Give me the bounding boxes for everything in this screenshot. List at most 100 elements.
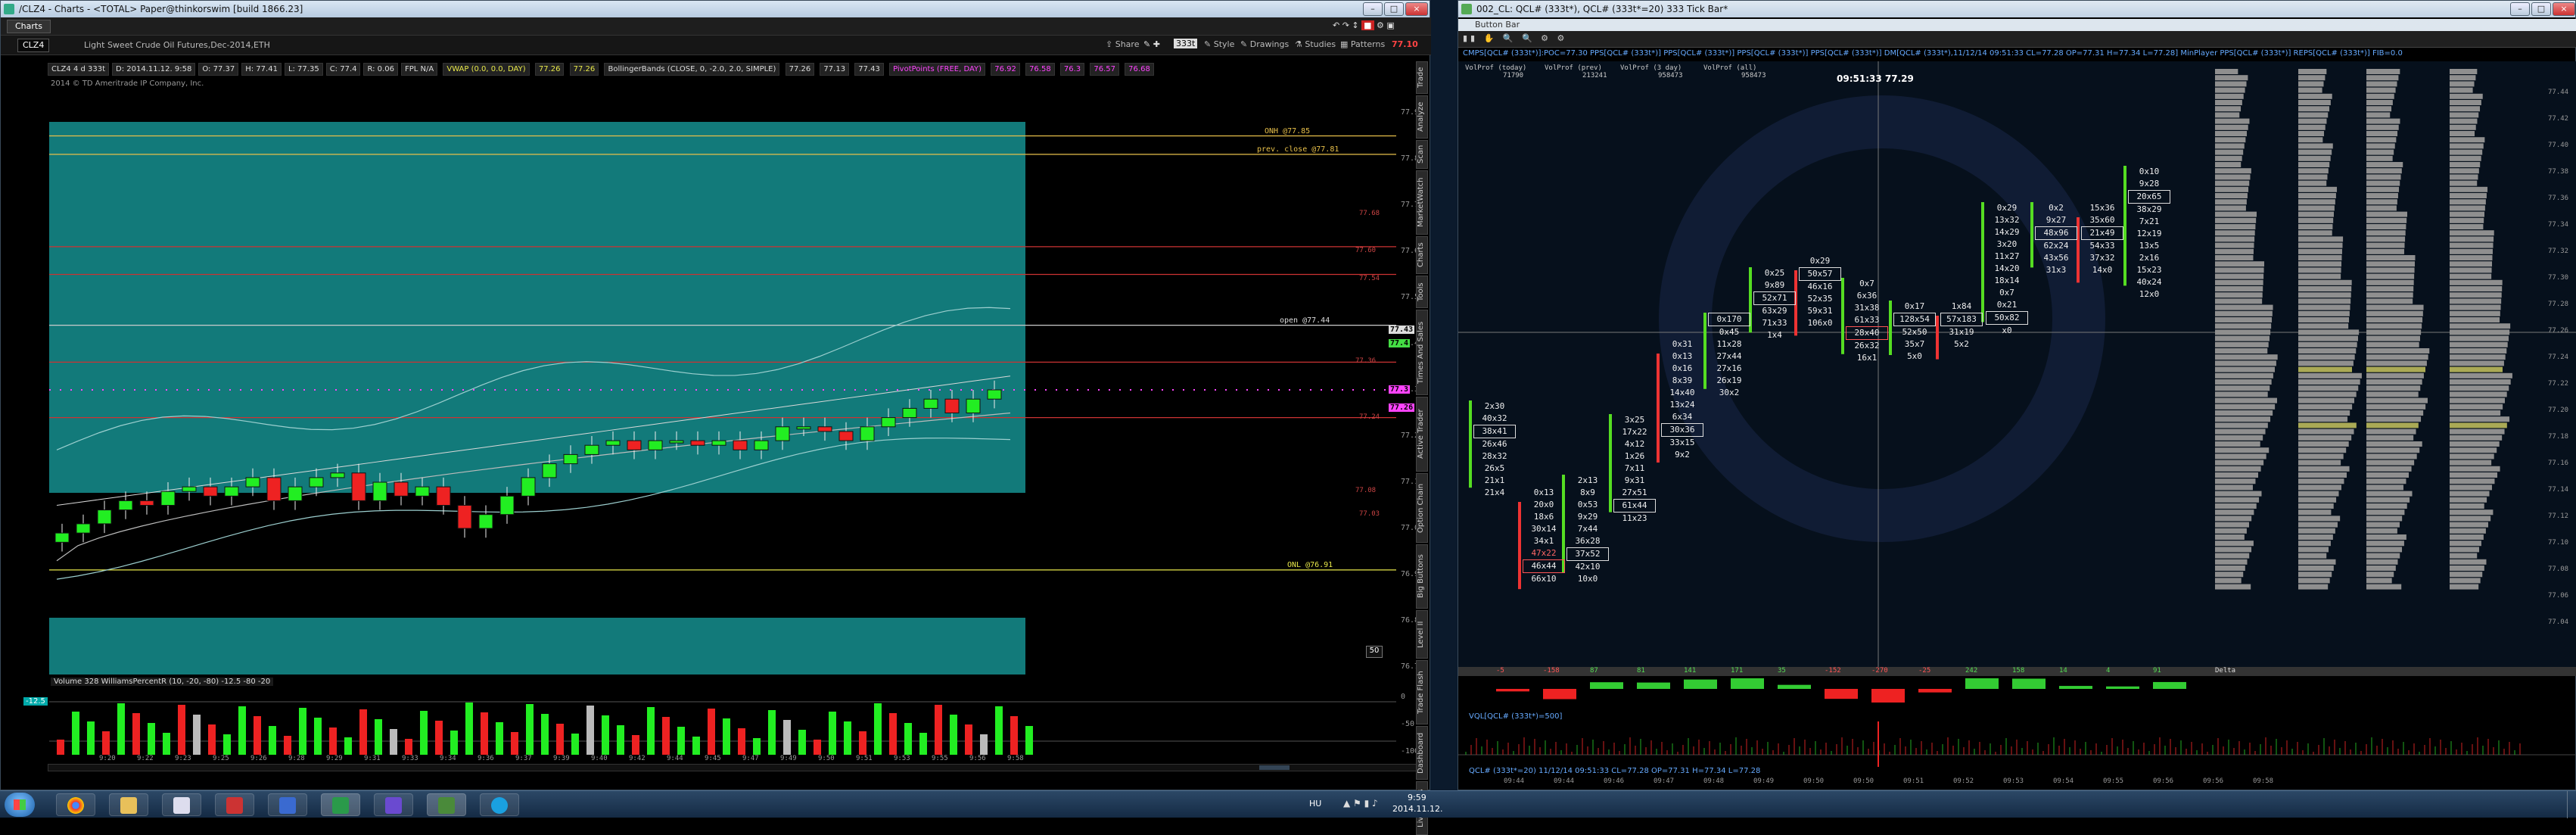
side-tab-7[interactable]: Active Trader [1416,397,1428,472]
side-tab-9[interactable]: Big Buttons [1416,544,1428,609]
drawings-button[interactable]: ✎ Drawings [1240,39,1289,49]
quote-line: CLZ4 4 d 333t D: 2014.11.12. 9:58 O: 77.37… [48,63,1157,76]
scroll-thumb[interactable] [1259,765,1290,770]
nav-icons[interactable]: ↶ ↷ ↕ ■ ⚙ ▣ [1333,20,1395,30]
start-button[interactable] [5,793,35,817]
volume-profile-bar [2366,428,2416,435]
taskbar-app-red[interactable] [215,793,254,816]
volume-profile-bar [2215,410,2273,416]
timeframe-button[interactable]: 333t [1174,39,1198,48]
footprint-chart[interactable] [1458,61,2576,671]
vwap-value-1: 77.26 [534,63,565,76]
volume-profile-bar [2366,168,2402,174]
delta-bars-pane[interactable] [1458,678,2576,710]
price-chart[interactable] [49,92,1396,675]
style-button[interactable]: ✎ Style [1204,39,1234,49]
price-tick: 77.04 [2548,618,2569,626]
volume-profile-bar [2450,366,2503,372]
share-button[interactable]: ⇪ Share [1106,39,1139,49]
candle [838,431,854,441]
taskbar-app-green[interactable] [427,793,466,816]
footprint-cell: 7x44 [1577,524,1598,534]
volume-profile-bar [2450,565,2484,571]
footprint-toolbar[interactable]: ▮▮ ✋ 🔍 🔍 ⚙ ⚙ [1458,31,2576,48]
minimize-button[interactable]: – [1363,2,1383,16]
volume-profile-bar [2215,279,2263,285]
volume-profile-bar [2215,541,2254,547]
volume-profile-bar [2450,279,2503,285]
vql-pane[interactable] [1458,721,2576,767]
volume-bar [692,737,700,755]
delta-value: 242 [1965,667,1978,675]
delta-bar [1496,689,1529,692]
side-tab-11[interactable]: Trade Flash [1416,660,1428,724]
side-tab-8[interactable]: Option Chain [1416,473,1428,543]
footprint-cell: 0x7 [1859,279,1874,288]
footprint-cell: 35x60 [2089,215,2115,225]
side-tab-3[interactable]: MarketWatch [1416,170,1428,235]
time-tick: 09:55 [2103,777,2124,785]
volume-profile-bar [2215,466,2261,472]
candle [754,440,769,450]
taskbar-thinkorswim[interactable] [321,793,360,816]
charts-titlebar[interactable]: /CLZ4 - Charts - <TOTAL> Paper@thinkorsw… [1,1,1430,17]
volume-profile-bar [2366,242,2405,248]
side-tab-12[interactable]: Dashboard [1416,726,1428,780]
taskbar-notes[interactable] [162,793,201,816]
patterns-button[interactable]: ▦ Patterns [1340,39,1385,49]
tools-icons[interactable]: ✎ ✚ [1143,39,1160,49]
taskbar-chrome[interactable] [56,793,95,816]
clock-date[interactable]: 2014.11.12. [1392,804,1442,814]
minimize-button[interactable]: – [2510,2,2530,16]
taskbar-app-purple[interactable] [374,793,413,816]
maximize-button[interactable]: □ [1384,2,1404,16]
volume-bar [632,735,639,755]
side-tab-2[interactable]: Scan [1416,140,1428,169]
candle [711,440,726,446]
volume-profile-bar [2298,478,2344,484]
close-button[interactable]: × [2553,2,2575,16]
scroll-box[interactable]: 50 [1366,646,1383,658]
studies-button[interactable]: ⚗ Studies [1295,39,1336,49]
toolbar-icons[interactable]: ▮▮ ✋ 🔍 🔍 ⚙ ⚙ [1463,33,1567,43]
taskbar-explorer[interactable] [109,793,148,816]
volume-profile-bar [2450,137,2485,143]
tab-charts[interactable]: Charts [7,20,51,33]
volume-profile-bar [2450,541,2481,547]
language-indicator[interactable]: HU [1309,799,1321,809]
taskbar-skype[interactable] [480,793,519,816]
time-scrollbar[interactable] [48,764,1425,771]
volume-profile-bar [2215,491,2262,497]
volume-bar [783,720,791,755]
volume-profile-bar [2298,397,2354,403]
volume-profile-bar [2366,460,2415,466]
volume-profile-bar [2450,509,2494,516]
maximize-button[interactable]: □ [2531,2,2551,16]
volume-profile-bar [2366,137,2397,143]
volume-profile-bar [2366,100,2393,105]
time-tick: 9:25 [213,755,229,762]
show-desktop-button[interactable] [2567,791,2576,818]
taskbar-app-blue[interactable] [268,793,307,816]
side-tab-6[interactable]: Times And Sales [1416,310,1428,395]
time-tick: 09:49 [1753,777,1775,785]
volume-profile-bar [2215,199,2247,205]
close-button[interactable]: × [1405,2,1428,16]
clock-time[interactable]: 9:59 [1408,793,1426,802]
button-bar[interactable]: Button Bar [1458,19,2576,31]
quote-field: L: 77.35 [284,63,323,76]
side-tab-10[interactable]: Level II [1416,610,1428,659]
side-tab-0[interactable]: Trade [1416,61,1428,94]
williams-r-pane[interactable] [49,688,1396,758]
time-tick: 09:56 [2153,777,2174,785]
side-tab-1[interactable]: Analyze [1416,95,1428,139]
volume-profile-bar [2215,69,2238,74]
tray-icons[interactable]: ▲ ⚑ ▮ ♪ [1343,798,1378,809]
volume-profile-bar [2215,509,2254,516]
volume-bar [284,736,291,755]
footprint-titlebar[interactable]: 002_CL: QCL# (333t*), QCL# (333t*=20) 33… [1458,1,2575,17]
side-tab-4[interactable]: Charts [1416,236,1428,274]
side-tab-5[interactable]: Tools [1416,276,1428,308]
footprint-cell: 0x53 [1577,500,1598,509]
symbol-box[interactable]: CLZ4 [17,39,50,52]
